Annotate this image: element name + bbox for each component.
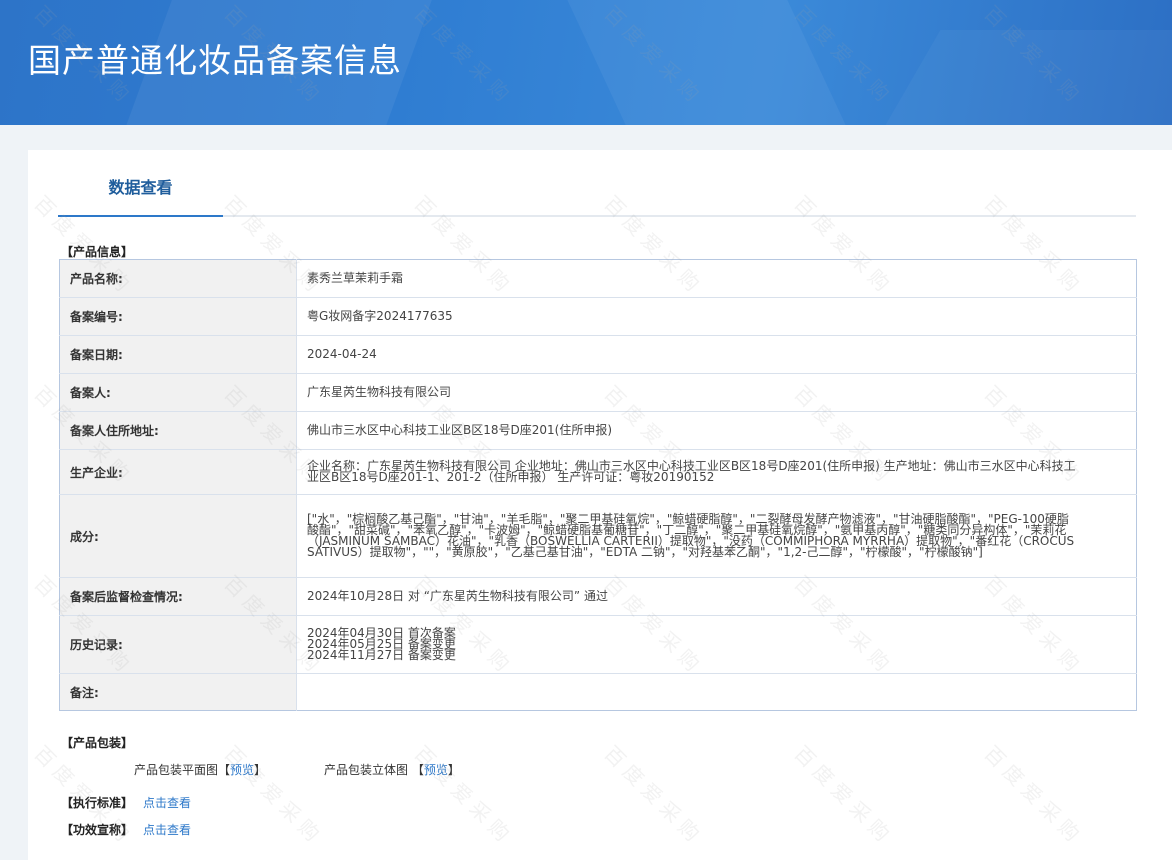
field-label: 成分: [59,494,297,578]
field-label: 历史记录: [59,615,297,674]
table-row: 备案人: 广东星芮生物科技有限公司 [59,373,1137,412]
tab-bar: 数据查看 [58,150,1136,217]
field-value [297,674,1137,711]
standard-view-link[interactable]: 点击查看 [143,794,191,811]
field-label: 备案人住所地址: [59,411,297,450]
table-row: 备案后监督检查情况: 2024年10月28日 对 “广东星芮生物科技有限公司” … [59,577,1137,616]
field-label: 备注: [59,673,297,711]
field-value: 2024年10月28日 对 “广东星芮生物科技有限公司” 通过 [296,577,1137,616]
bracket: 】 [254,763,267,777]
table-row: 备案人住所地址: 佛山市三水区中心科技工业区B区18号D座201(住所申报) [59,411,1137,450]
field-value: 企业名称：广东星芮生物科技有限公司 企业地址：佛山市三水区中心科技工业区B区18… [296,449,1137,495]
packaging-flat: 产品包装平面图【预览】 [134,761,266,778]
field-value: 素秀兰草茉莉手霜 [296,259,1137,298]
field-value: 粤G妆网备字2024177635 [296,297,1137,336]
table-row: 历史记录: 2024年04月30日 首次备案 2024年05月25日 备案变更 … [59,615,1137,674]
field-label: 生产企业: [59,449,297,495]
field-label: 产品名称: [59,259,297,298]
packaging-stereo: 产品包装立体图 【预览】 [324,761,460,778]
history-line: 2024年11月27日 备案变更 [307,648,456,662]
table-row: 产品名称: 素秀兰草茉莉手霜 [59,259,1137,298]
bracket: 【 [218,763,231,777]
field-value: 佛山市三水区中心科技工业区B区18号D座201(住所申报) [296,411,1137,450]
table-row: 成分: ["水"，"棕榈酸乙基己酯"，"甘油"，"羊毛脂"，"聚二甲基硅氧烷"，… [59,494,1137,578]
table-row: 生产企业: 企业名称：广东星芮生物科技有限公司 企业地址：佛山市三水区中心科技工… [59,449,1137,495]
page-title: 国产普通化妆品备案信息 [28,41,402,80]
field-value: 2024年04月30日 首次备案 2024年05月25日 备案变更 2024年1… [296,615,1137,674]
field-label: 备案编号: [59,297,297,336]
field-label: 备案日期: [59,335,297,374]
product-info-table: 产品名称: 素秀兰草茉莉手霜 备案编号: 粤G妆网备字2024177635 备案… [59,259,1137,711]
table-row: 备案日期: 2024-04-24 [59,335,1137,374]
preview-flat-link[interactable]: 预览 [230,763,254,777]
page-header: 国产普通化妆品备案信息 [0,0,1172,125]
content-card: 数据查看 【产品信息】 产品名称: 素秀兰草茉莉手霜 备案编号: 粤G妆网备字2… [28,150,1172,860]
packaging-stereo-label: 产品包装立体图 [324,763,409,777]
field-value: 广东星芮生物科技有限公司 [296,373,1137,412]
field-label: 备案人: [59,373,297,412]
claims-view-link[interactable]: 点击查看 [143,821,191,838]
bracket: 】 [447,763,460,777]
table-row: 备注: [59,673,1137,711]
section-title-product-info: 【产品信息】 [61,245,134,259]
header-decoration [558,0,862,125]
field-label: 备案后监督检查情况: [59,577,297,616]
field-value: ["水"，"棕榈酸乙基己酯"，"甘油"，"羊毛脂"，"聚二甲基硅氧烷"，"鲸蜡硬… [296,494,1137,578]
packaging-flat-label: 产品包装平面图 [134,763,219,777]
bracket: 【 [411,763,424,777]
preview-stereo-link[interactable]: 预览 [424,763,448,777]
header-decoration [859,30,1172,125]
field-value: 2024-04-24 [296,335,1137,374]
section-title-standard: 【执行标准】 [61,796,134,810]
table-row: 备案编号: 粤G妆网备字2024177635 [59,297,1137,336]
section-title-claims: 【功效宣称】 [61,823,134,837]
tab-data-view[interactable]: 数据查看 [58,150,223,217]
section-title-packaging: 【产品包装】 [61,736,134,750]
